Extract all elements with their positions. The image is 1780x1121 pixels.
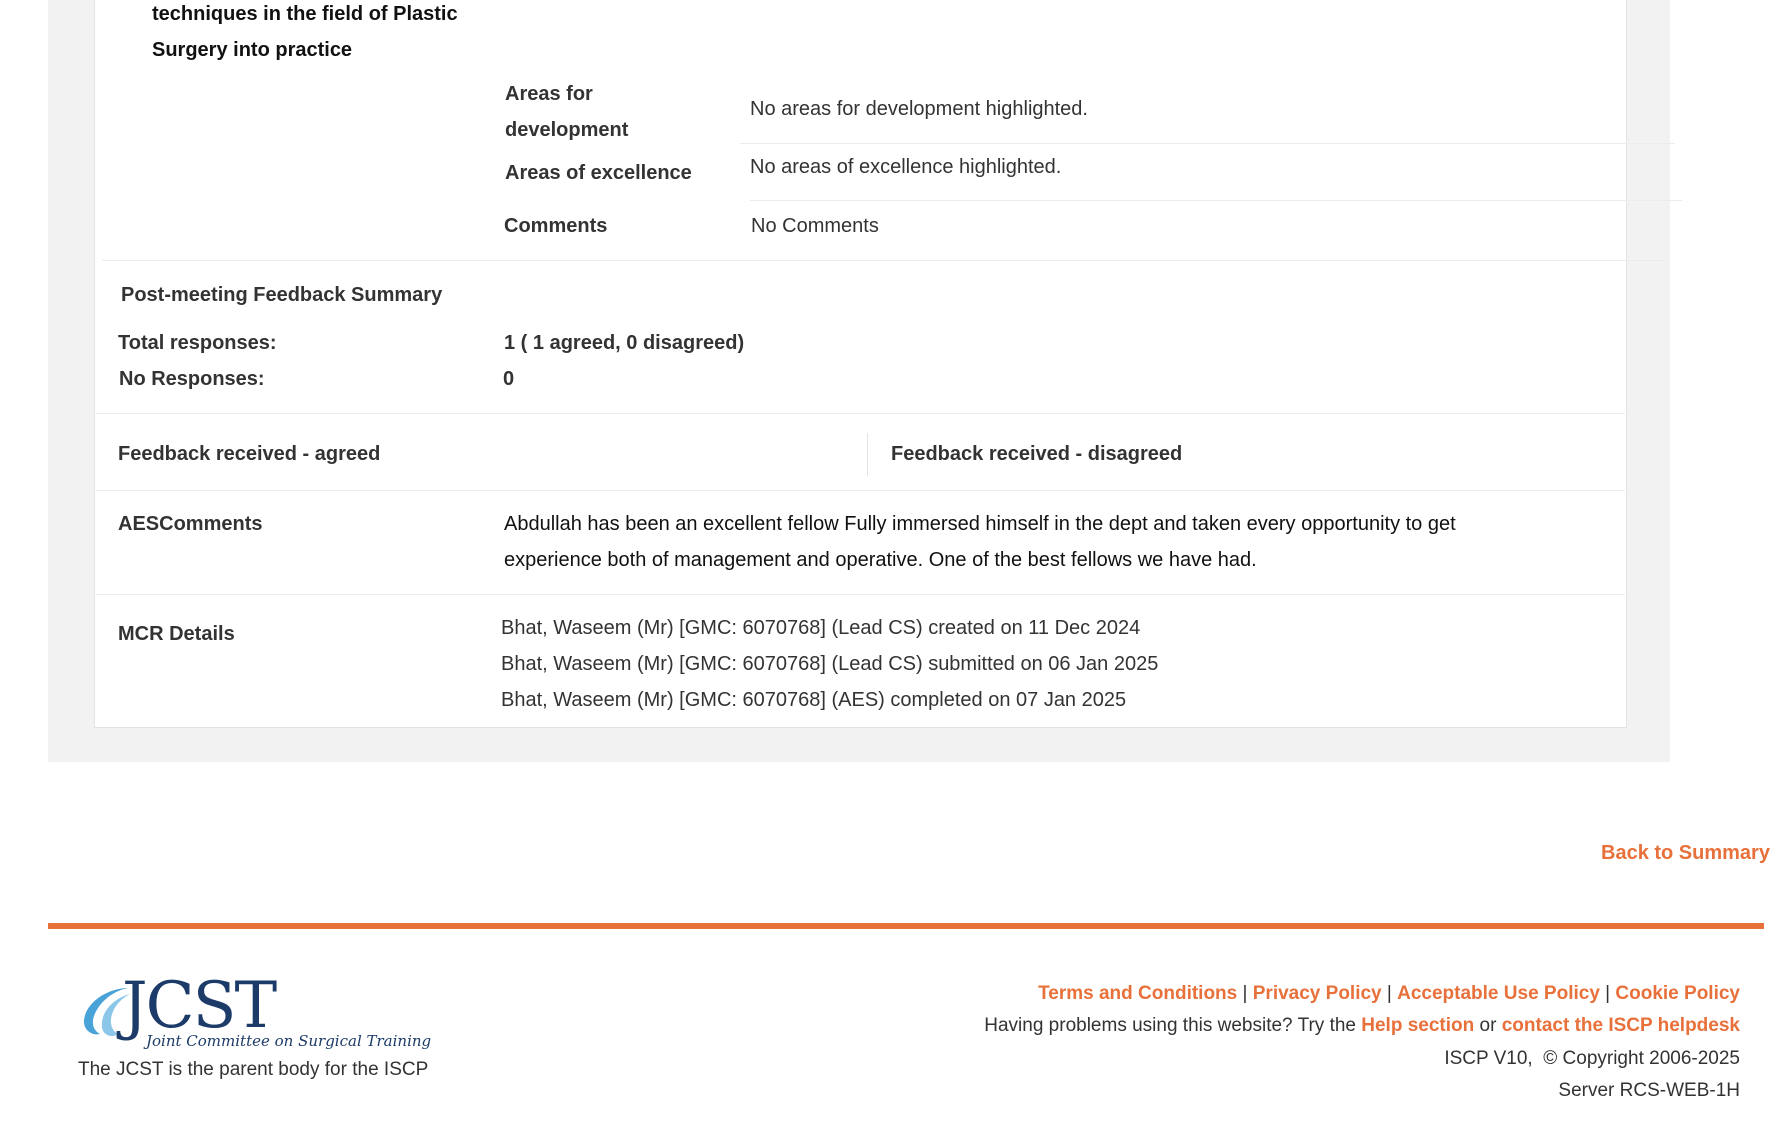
- mcr-entry: Bhat, Waseem (Mr) [GMC: 6070768] (Lead C…: [501, 653, 1159, 675]
- link-separator: |: [1386, 983, 1392, 1004]
- help-section-link[interactable]: Help section: [1361, 1015, 1474, 1036]
- comments-value: No Comments: [751, 215, 879, 237]
- helpdesk-link[interactable]: contact the ISCP helpdesk: [1502, 1015, 1740, 1036]
- total-responses-label: Total responses:: [118, 332, 277, 354]
- acceptable-use-link[interactable]: Acceptable Use Policy: [1397, 983, 1600, 1004]
- mcr-entry: Bhat, Waseem (Mr) [GMC: 6070768] (AES) c…: [501, 689, 1127, 711]
- no-responses-value: 0: [503, 368, 515, 390]
- divider: [95, 413, 1625, 414]
- footer-policy-links: Terms and Conditions | Privacy Policy | …: [1038, 978, 1740, 1010]
- mcr-entry: Bhat, Waseem (Mr) [GMC: 6070768] (Lead C…: [501, 617, 1141, 639]
- jcst-logo: JCST Joint Committee on Surgical Trainin…: [78, 974, 431, 1052]
- privacy-link[interactable]: Privacy Policy: [1253, 983, 1382, 1004]
- total-responses-value: 1 ( 1 agreed, 0 disagreed): [504, 332, 745, 354]
- help-or: or: [1479, 1015, 1497, 1036]
- aes-comments-line2: experience both of management and operat…: [504, 549, 1257, 571]
- areas-for-development-value: No areas for development highlighted.: [750, 98, 1088, 120]
- terms-link[interactable]: Terms and Conditions: [1038, 983, 1237, 1004]
- help-prefix: Having problems using this website? Try …: [984, 1015, 1356, 1036]
- mcr-details-label: MCR Details: [118, 623, 235, 645]
- areas-for-development-label: Areas for development: [505, 83, 629, 141]
- link-separator: |: [1242, 983, 1248, 1004]
- divider: [95, 490, 1625, 491]
- competency-title-line1: techniques in the field of Plastic: [152, 3, 458, 25]
- back-to-summary-link[interactable]: Back to Summary: [1601, 835, 1770, 871]
- competency-title-line2: Surgery into practice: [152, 39, 353, 61]
- cookie-link[interactable]: Cookie Policy: [1615, 983, 1740, 1004]
- aes-comments-line1: Abdullah has been an excellent fellow Fu…: [504, 513, 1456, 535]
- divider: [95, 594, 1625, 595]
- link-separator: |: [1605, 983, 1611, 1004]
- help-line: Having problems using this website? Try …: [984, 1010, 1740, 1042]
- column-divider: [867, 433, 868, 476]
- divider: [750, 200, 1682, 201]
- areas-of-excellence-value: No areas of excellence highlighted.: [750, 156, 1062, 178]
- jcst-wordmark: JCST: [122, 969, 277, 1043]
- no-responses-label: No Responses:: [119, 368, 265, 390]
- divider: [740, 143, 1675, 144]
- aes-comments-label: AESComments: [118, 513, 263, 535]
- feedback-disagreed-label: Feedback received - disagreed: [891, 443, 1183, 465]
- feedback-agreed-label: Feedback received - agreed: [118, 443, 381, 465]
- areas-of-excellence-label: Areas of excellence: [505, 162, 692, 184]
- comments-label: Comments: [504, 215, 608, 237]
- version-text: ISCP V10, © Copyright 2006-2025: [1444, 1048, 1740, 1069]
- divider: [102, 260, 1664, 261]
- footer-divider: [48, 923, 1764, 929]
- jcst-subtitle: Joint Committee on Surgical Training: [146, 1032, 432, 1050]
- parent-body-text: The JCST is the parent body for the ISCP: [78, 1059, 429, 1080]
- feedback-summary-heading: Post-meeting Feedback Summary: [121, 284, 443, 306]
- server-text: Server RCS-WEB-1H: [1558, 1080, 1740, 1101]
